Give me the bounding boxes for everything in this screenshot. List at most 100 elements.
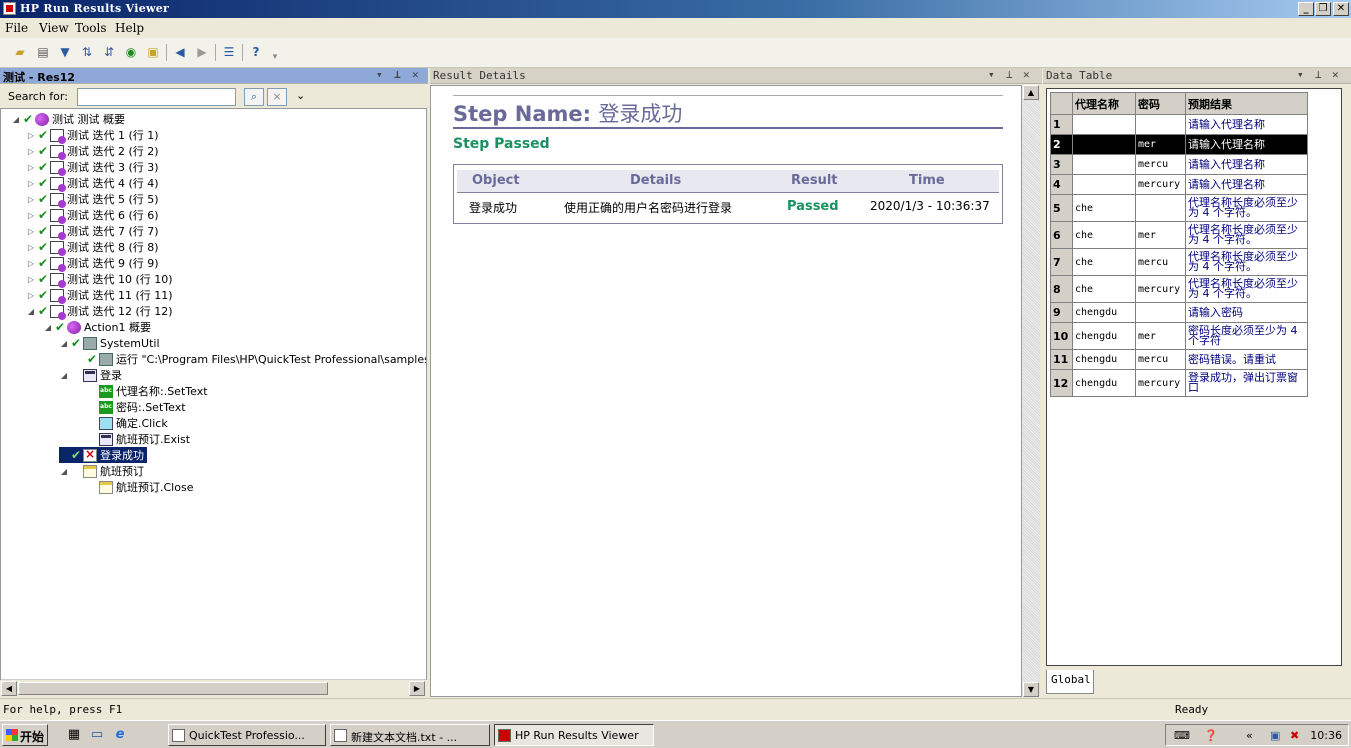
print-icon[interactable]: ▤ [34, 43, 52, 61]
cell-expected-result[interactable]: 请输入代理名称 [1185, 174, 1308, 195]
cell-password[interactable]: mercu [1135, 154, 1186, 175]
row-number[interactable]: 7 [1050, 248, 1073, 276]
cell-agent-name[interactable]: chengdu [1072, 349, 1136, 370]
col-header-agent-name[interactable]: 代理名称 [1072, 92, 1136, 115]
tree-node[interactable]: ▷ ✔ 测试 迭代 8 (行 8) [26, 239, 159, 256]
row-number[interactable]: 2 [1050, 134, 1073, 155]
cell-agent-name[interactable] [1072, 114, 1136, 135]
col-header-password[interactable]: 密码 [1135, 92, 1186, 115]
expander-icon[interactable]: ▷ [26, 163, 36, 172]
data-table-row[interactable]: 6 che mer 代理名称长度必须至少为 4 个字符。 [1050, 221, 1308, 249]
row-number[interactable]: 10 [1050, 322, 1073, 350]
cell-expected-result[interactable]: 代理名称长度必须至少为 4 个字符。 [1185, 275, 1308, 303]
tree-node[interactable]: ▷ ✔ 测试 迭代 9 (行 9) [26, 255, 159, 272]
cell-password[interactable]: mer [1135, 134, 1186, 155]
cell-agent-name[interactable]: che [1072, 194, 1136, 222]
pane-menu-icon[interactable]: ▾ [1297, 68, 1304, 81]
tree-node[interactable]: abc 密码:.SetText [75, 399, 186, 415]
data-table-row[interactable]: 3 mercu 请输入代理名称 [1050, 154, 1308, 175]
row-number[interactable]: 11 [1050, 349, 1073, 370]
volume-icon[interactable]: ✖ [1290, 729, 1299, 742]
cell-expected-result[interactable]: 密码长度必须至少为 4 个字符 [1185, 322, 1308, 350]
details-vertical-scrollbar[interactable]: ▲ ▼ [1022, 85, 1040, 697]
data-table-row[interactable]: 1 请输入代理名称 [1050, 114, 1308, 135]
cell-expected-result[interactable]: 请输入代理名称 [1185, 154, 1308, 175]
tree-node[interactable]: abc 代理名称:.SetText [75, 383, 208, 399]
sheet-tab-global[interactable]: Global [1046, 670, 1094, 694]
restore-button[interactable]: ❐ [1315, 2, 1331, 16]
cell-expected-result[interactable]: 代理名称长度必须至少为 4 个字符。 [1185, 221, 1308, 249]
cell-password[interactable] [1135, 194, 1186, 222]
expander-icon[interactable]: ▷ [26, 243, 36, 252]
tree-node[interactable]: ✔ 运行 "C:\Program Files\HP\QuickTest Profe… [75, 351, 426, 367]
cell-agent-name[interactable]: chengdu [1072, 369, 1136, 397]
expander-icon[interactable]: ▷ [26, 195, 36, 204]
tree-node[interactable]: ◢ ✔ SystemUtil [59, 335, 160, 351]
keyboard-icon[interactable]: ⌨ [1174, 729, 1190, 742]
help-icon[interactable]: ? [247, 43, 265, 61]
cell-agent-name[interactable]: chengdu [1072, 302, 1136, 323]
menu-file[interactable]: File [5, 21, 28, 35]
expander-icon[interactable]: ▷ [26, 131, 36, 140]
tree-node[interactable]: ◢ ✔ 测试 迭代 12 (行 12) [26, 303, 173, 320]
pane-close-icon[interactable]: ✕ [1023, 68, 1030, 81]
menu-tools[interactable]: Tools [75, 21, 107, 35]
cell-agent-name[interactable] [1072, 174, 1136, 195]
expander-icon[interactable]: ◢ [59, 371, 69, 380]
tree-node[interactable]: ◢ 登录 [59, 367, 122, 383]
row-number[interactable]: 12 [1050, 369, 1073, 397]
search-icon[interactable]: ⌕ [244, 88, 264, 106]
start-button[interactable]: 开始 [2, 724, 48, 746]
export-icon[interactable]: ▣ [144, 43, 162, 61]
filter-icon[interactable]: ▼ [56, 43, 74, 61]
data-table-row[interactable]: 4 mercury 请输入代理名称 [1050, 174, 1308, 195]
pane-menu-icon[interactable]: ▾ [376, 68, 383, 81]
task-run-results-viewer[interactable]: HP Run Results Viewer [494, 724, 654, 746]
cell-expected-result[interactable]: 请输入代理名称 [1185, 134, 1308, 155]
app-icon[interactable] [3, 2, 16, 15]
data-table-row[interactable]: 5 che 代理名称长度必须至少为 4 个字符。 [1050, 194, 1308, 222]
close-button[interactable]: ✕ [1333, 2, 1349, 16]
tree-node[interactable]: ▷ ✔ 测试 迭代 3 (行 3) [26, 159, 159, 176]
row-number[interactable]: 9 [1050, 302, 1073, 323]
pin-icon[interactable]: ⊥ [1006, 68, 1013, 81]
explorer-icon[interactable]: ▭ [89, 727, 105, 743]
expander-icon[interactable]: ▷ [26, 227, 36, 236]
expander-icon[interactable]: ▷ [26, 179, 36, 188]
data-table-row[interactable]: 9 chengdu 请输入密码 [1050, 302, 1308, 323]
scroll-up-icon[interactable]: ▲ [1023, 85, 1039, 100]
data-table-row[interactable]: 11 chengdu mercu 密码错误。请重试 [1050, 349, 1308, 370]
tree-node[interactable]: ▷ ✔ 测试 迭代 2 (行 2) [26, 143, 159, 160]
row-number[interactable]: 8 [1050, 275, 1073, 303]
expander-icon[interactable]: ◢ [59, 339, 69, 348]
cell-agent-name[interactable]: chengdu [1072, 322, 1136, 350]
menu-help[interactable]: Help [115, 21, 144, 35]
tree-node[interactable]: ✔ 登录成功 [59, 447, 147, 463]
tree-node[interactable]: ◢ 航班预订 [59, 463, 144, 479]
expander-icon[interactable]: ▷ [26, 259, 36, 268]
cell-expected-result[interactable]: 代理名称长度必须至少为 4 个字符。 [1185, 248, 1308, 276]
scroll-thumb[interactable] [18, 682, 328, 695]
pin-icon[interactable]: ⊥ [394, 68, 401, 81]
cell-password[interactable] [1135, 302, 1186, 323]
tree-node[interactable]: 航班预订.Exist [75, 431, 190, 447]
expander-icon[interactable]: ▷ [26, 291, 36, 300]
ie-icon[interactable]: e [112, 727, 128, 743]
expander-icon[interactable]: ◢ [11, 115, 21, 124]
find-icon[interactable]: ◉ [122, 43, 140, 61]
cell-password[interactable]: mer [1135, 322, 1186, 350]
search-options-chevron-icon[interactable]: ⌄ [296, 89, 305, 102]
scroll-left-icon[interactable]: ◀ [1, 681, 17, 696]
row-number[interactable]: 5 [1050, 194, 1073, 222]
task-quicktest[interactable]: QuickTest Professio... [168, 724, 326, 746]
cell-agent-name[interactable] [1072, 154, 1136, 175]
menu-view[interactable]: View [39, 21, 69, 35]
data-table-row[interactable]: 8 che mercury 代理名称长度必须至少为 4 个字符。 [1050, 275, 1308, 303]
forward-arrow-icon[interactable]: ▶ [193, 43, 211, 61]
pane-close-icon[interactable]: ✕ [412, 68, 419, 81]
corner-cell[interactable] [1050, 92, 1073, 115]
cell-expected-result[interactable]: 登录成功，弹出订票窗口 [1185, 369, 1308, 397]
pin-icon[interactable]: ⊥ [1315, 68, 1322, 81]
expander-icon[interactable]: ▷ [26, 147, 36, 156]
row-number[interactable]: 1 [1050, 114, 1073, 135]
